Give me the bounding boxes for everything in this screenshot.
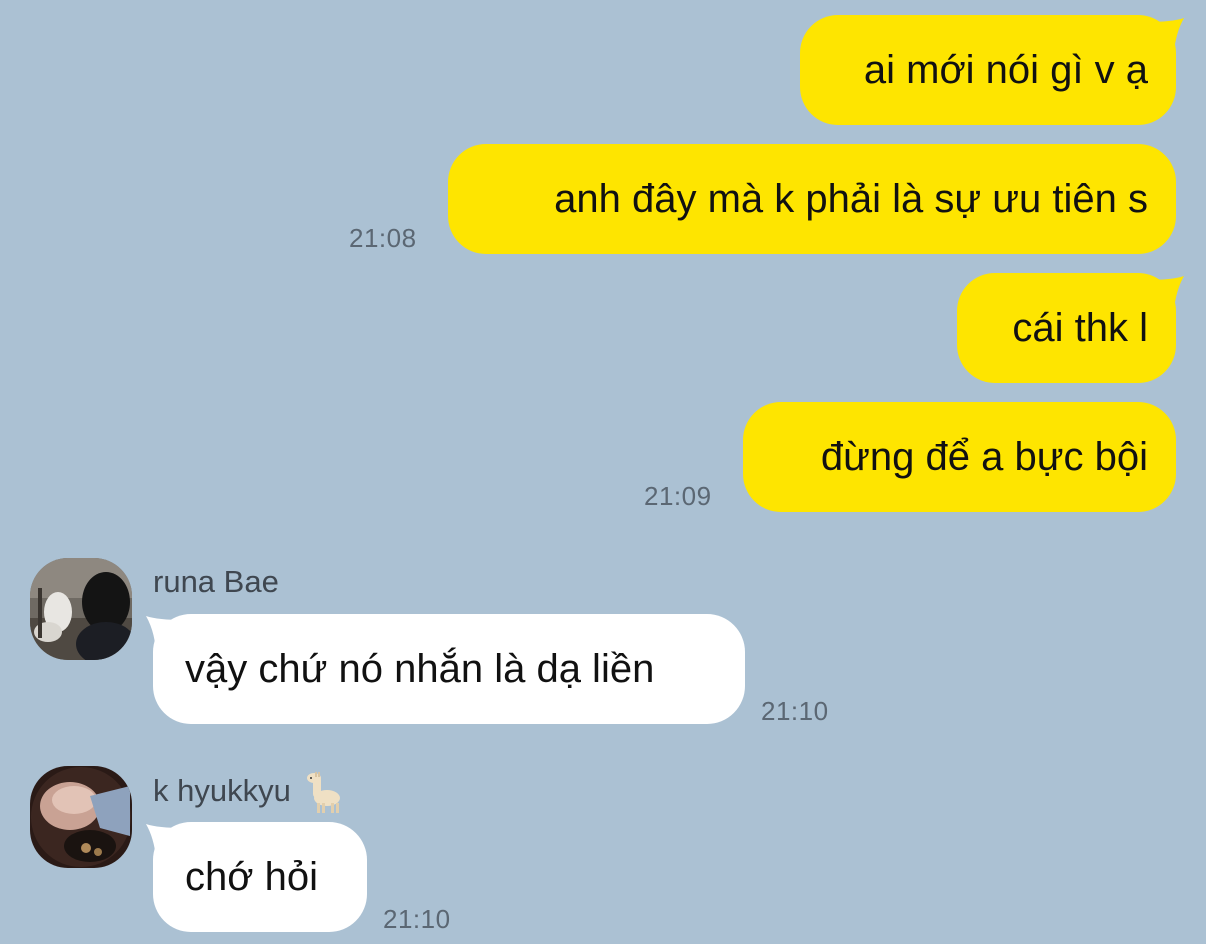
message-text: anh đây mà k phải là sự ưu tiên s	[554, 177, 1148, 221]
message-timestamp: 21:09	[644, 481, 712, 511]
message-timestamp: 21:10	[761, 696, 829, 726]
message-timestamp: 21:08	[349, 223, 417, 253]
incoming-message[interactable]: chớ hỏi	[153, 822, 367, 932]
chat-room: ai mới nói gì v ạ anh đây mà k phải là s…	[0, 0, 1206, 944]
sender-name-text: k hyukkyu	[153, 773, 291, 809]
outgoing-message[interactable]: đừng để a bực bội	[743, 402, 1176, 512]
message-text: vậy chứ nó nhắn là dạ liền	[185, 647, 655, 691]
message-text: ai mới nói gì v ạ	[863, 48, 1148, 92]
outgoing-message[interactable]: cái thk l	[957, 273, 1176, 383]
avatar-photo	[30, 558, 132, 660]
outgoing-message[interactable]: ai mới nói gì v ạ	[800, 15, 1176, 125]
incoming-message[interactable]: vậy chứ nó nhắn là dạ liền	[153, 614, 745, 724]
llama-icon	[307, 772, 341, 813]
sender-name: runa Bae	[153, 564, 279, 599]
sender-name: k hyukkyu	[153, 772, 345, 814]
avatar-photo	[30, 766, 132, 868]
avatar[interactable]	[30, 766, 132, 868]
message-text: đừng để a bực bội	[820, 435, 1148, 479]
outgoing-message[interactable]: anh đây mà k phải là sự ưu tiên s	[448, 144, 1176, 254]
message-text: chớ hỏi	[185, 855, 318, 899]
message-timestamp: 21:10	[383, 904, 451, 934]
message-text: cái thk l	[1012, 306, 1148, 350]
avatar[interactable]	[30, 558, 132, 660]
